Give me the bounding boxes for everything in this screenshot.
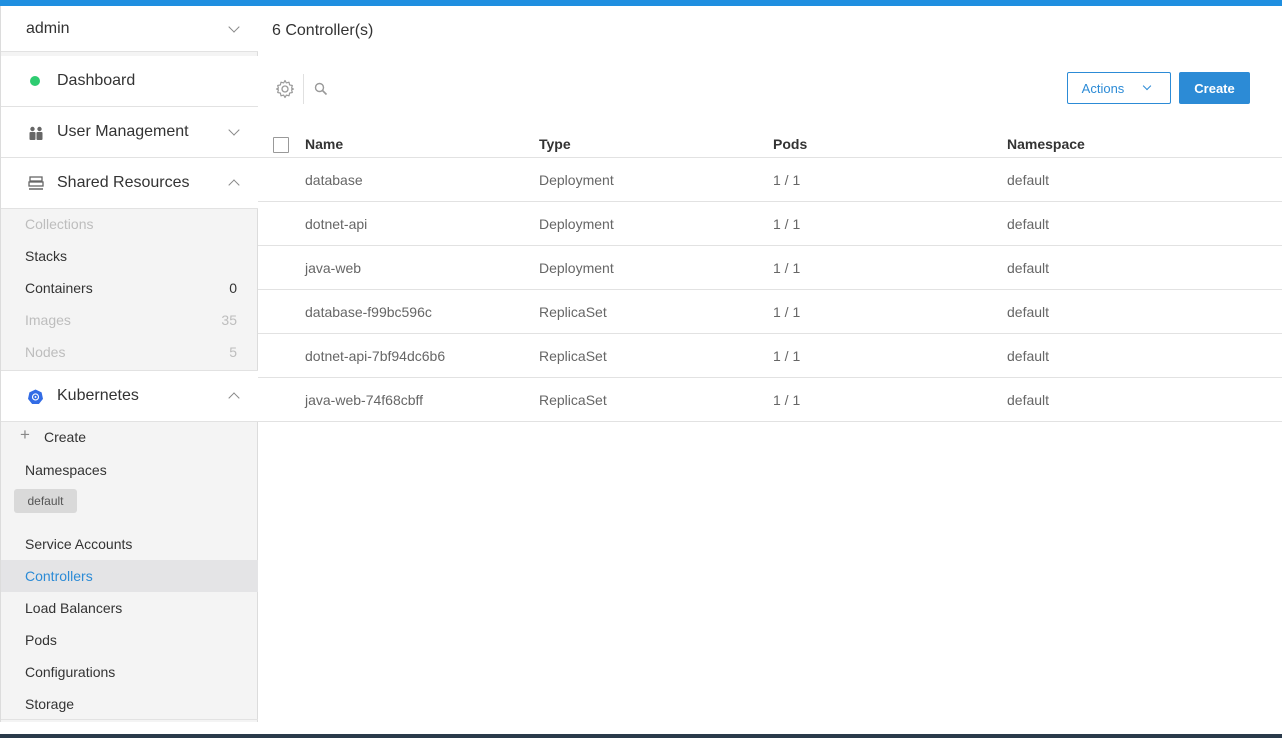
cell-namespace: default xyxy=(1007,348,1050,364)
sidebar-item-nodes[interactable]: Nodes 5 xyxy=(1,336,258,368)
nav-dashboard[interactable]: Dashboard xyxy=(1,56,258,107)
nav-user-management[interactable]: User Management xyxy=(1,107,258,158)
sidebar-item-label: Nodes xyxy=(25,344,66,360)
sidebar-item-label: Service Accounts xyxy=(25,536,133,552)
cell-name[interactable]: dotnet-api xyxy=(305,216,367,232)
nav-shared-resources-label: Shared Resources xyxy=(57,174,190,191)
cell-name[interactable]: database xyxy=(305,172,363,188)
shared-resources-icon xyxy=(28,176,44,196)
sidebar-item-label: Load Balancers xyxy=(25,600,123,616)
user-menu[interactable]: admin xyxy=(1,6,258,52)
nav-shared-resources[interactable]: Shared Resources xyxy=(1,158,258,209)
sidebar-item-service-accounts[interactable]: Service Accounts xyxy=(1,528,258,560)
main-content: 6 Controller(s) Actions Create Name Type… xyxy=(258,6,1282,734)
cell-pods: 1 / 1 xyxy=(773,172,801,188)
table-row[interactable]: java-web Deployment 1 / 1 default xyxy=(258,246,1282,290)
sidebar-item-collections[interactable]: Collections xyxy=(1,208,258,240)
column-header-pods[interactable]: Pods xyxy=(773,136,807,152)
nav-user-management-label: User Management xyxy=(57,123,189,140)
users-icon xyxy=(28,126,44,145)
cell-type: Deployment xyxy=(539,260,614,276)
sidebar-item-load-balancers[interactable]: Load Balancers xyxy=(1,592,258,624)
cell-namespace: default xyxy=(1007,304,1050,320)
cell-namespace: default xyxy=(1007,172,1050,188)
cell-namespace: default xyxy=(1007,260,1050,276)
sidebar: admin Dashboard User Management Shared R… xyxy=(0,6,258,722)
sidebar-item-configurations[interactable]: Configurations xyxy=(1,656,258,688)
table-row[interactable]: database-f99bc596c ReplicaSet 1 / 1 defa… xyxy=(258,290,1282,334)
column-header-namespace[interactable]: Namespace xyxy=(1007,136,1085,152)
page-title: 6 Controller(s) xyxy=(272,22,374,39)
sidebar-item-label: Images xyxy=(25,312,71,328)
nav-dashboard-label: Dashboard xyxy=(57,72,136,89)
chevron-down-icon xyxy=(228,124,240,136)
sidebar-item-label: Containers xyxy=(25,280,93,296)
column-header-name[interactable]: Name xyxy=(305,136,343,152)
create-label: Create xyxy=(44,429,87,445)
sidebar-item-label: Collections xyxy=(25,216,94,232)
window-bottom-edge xyxy=(0,734,1282,738)
actions-label: Actions xyxy=(1081,80,1125,96)
sidebar-item-images[interactable]: Images 35 xyxy=(1,304,258,336)
kubernetes-icon xyxy=(28,389,43,409)
chevron-up-icon xyxy=(228,392,240,404)
table-header: Name Type Pods Namespace xyxy=(258,128,1282,158)
nav-kubernetes[interactable]: Kubernetes xyxy=(1,370,258,422)
cell-type: Deployment xyxy=(539,172,614,188)
sidebar-item-label: Pods xyxy=(25,632,57,648)
chevron-down-icon xyxy=(228,20,240,33)
cell-name[interactable]: java-web-74f68cbff xyxy=(305,392,423,408)
cell-type: ReplicaSet xyxy=(539,304,607,320)
user-name: admin xyxy=(26,19,70,37)
containers-count: 0 xyxy=(229,280,237,296)
controllers-table: Name Type Pods Namespace database Deploy… xyxy=(258,128,1282,422)
sidebar-item-label: Configurations xyxy=(25,664,116,680)
cell-pods: 1 / 1 xyxy=(773,304,801,320)
cell-namespace: default xyxy=(1007,392,1050,408)
create-button[interactable]: Create xyxy=(1179,72,1250,104)
sidebar-item-stacks[interactable]: Stacks xyxy=(1,240,258,272)
table-row[interactable]: dotnet-api Deployment 1 / 1 default xyxy=(258,202,1282,246)
actions-dropdown-button[interactable]: Actions xyxy=(1067,72,1171,104)
search-icon[interactable] xyxy=(314,82,328,101)
cell-pods: 1 / 1 xyxy=(773,260,801,276)
toolbar-divider xyxy=(303,74,304,104)
gear-icon[interactable] xyxy=(275,79,295,104)
cell-name[interactable]: dotnet-api-7bf94dc6b6 xyxy=(305,348,445,364)
table-row[interactable]: dotnet-api-7bf94dc6b6 ReplicaSet 1 / 1 d… xyxy=(258,334,1282,378)
nodes-count: 5 xyxy=(229,344,237,360)
select-all-checkbox[interactable] xyxy=(273,137,289,153)
sidebar-item-label: Namespaces xyxy=(25,462,107,478)
namespace-selector[interactable]: default xyxy=(14,489,77,513)
chevron-down-icon xyxy=(1143,81,1152,91)
column-header-type[interactable]: Type xyxy=(539,136,571,152)
cell-type: ReplicaSet xyxy=(539,392,607,408)
cell-name[interactable]: java-web xyxy=(305,260,361,276)
status-dot-icon xyxy=(30,76,40,86)
sidebar-item-label: Storage xyxy=(25,695,75,712)
sidebar-item-pods[interactable]: Pods xyxy=(1,624,258,656)
table-row[interactable]: java-web-74f68cbff ReplicaSet 1 / 1 defa… xyxy=(258,378,1282,422)
cell-type: Deployment xyxy=(539,216,614,232)
chevron-up-icon xyxy=(228,179,240,191)
sidebar-item-containers[interactable]: Containers 0 xyxy=(1,272,258,304)
cell-pods: 1 / 1 xyxy=(773,216,801,232)
cell-pods: 1 / 1 xyxy=(773,348,801,364)
sidebar-item-label: Controllers xyxy=(25,568,93,584)
table-row[interactable]: database Deployment 1 / 1 default xyxy=(258,158,1282,202)
sidebar-item-label: Stacks xyxy=(25,248,68,264)
sidebar-item-storage[interactable]: Storage xyxy=(1,688,258,720)
images-count: 35 xyxy=(221,312,237,328)
kubernetes-create-link[interactable]: + Create xyxy=(1,421,258,453)
plus-icon: + xyxy=(20,425,30,444)
cell-pods: 1 / 1 xyxy=(773,392,801,408)
cell-namespace: default xyxy=(1007,216,1050,232)
nav-kubernetes-label: Kubernetes xyxy=(57,387,139,404)
sidebar-item-controllers[interactable]: Controllers xyxy=(1,560,258,592)
sidebar-item-namespaces: Namespaces xyxy=(1,454,258,486)
cell-type: ReplicaSet xyxy=(539,348,607,364)
cell-name[interactable]: database-f99bc596c xyxy=(305,304,432,320)
